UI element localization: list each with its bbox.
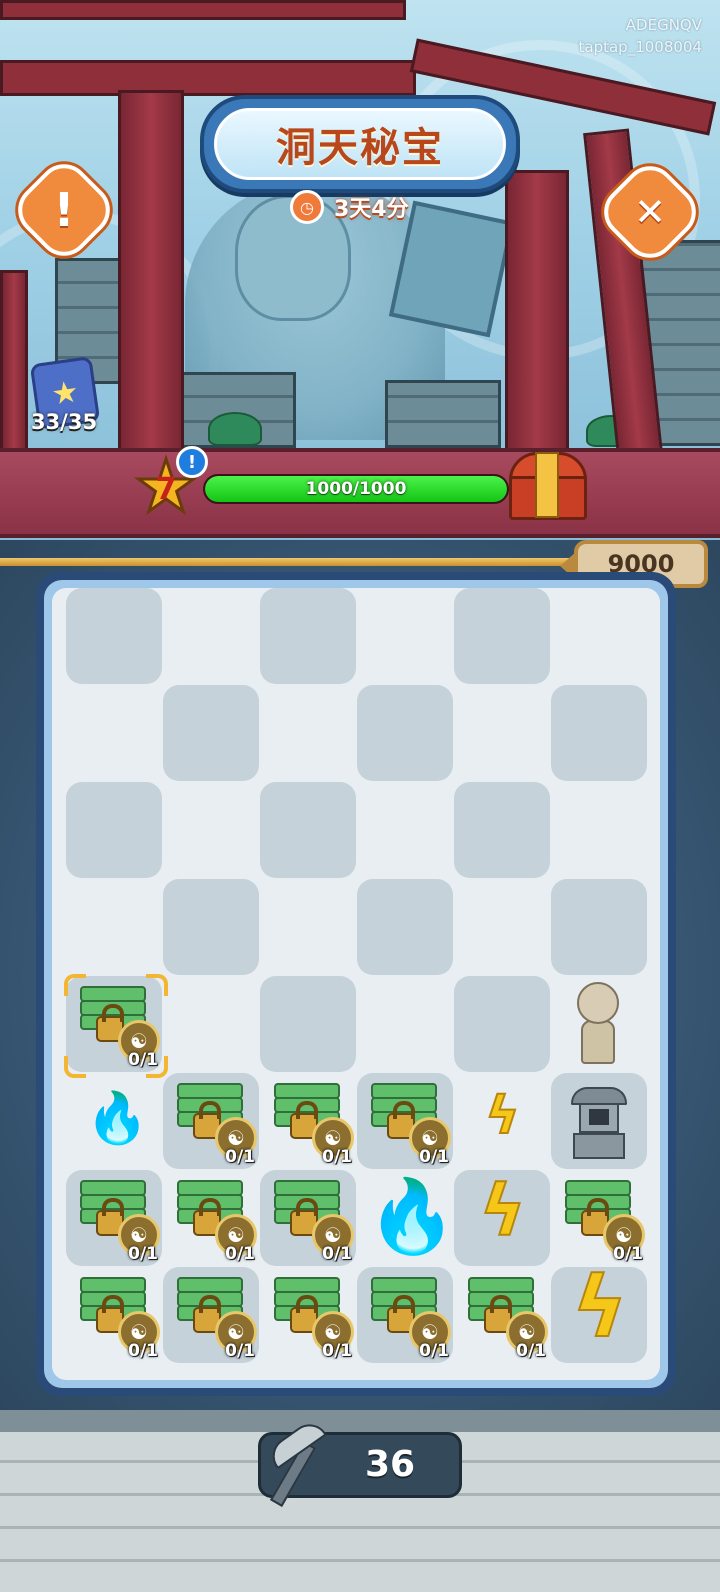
floor-ledge <box>0 1410 720 1432</box>
card-collection-count: 33/35 <box>30 410 98 434</box>
item-progress: 0/1 <box>225 1341 255 1361</box>
clock-icon: ◷ <box>290 190 324 224</box>
pickaxe-icon <box>262 1416 328 1507</box>
board-cell[interactable]: ☯ 0/1 <box>260 1170 356 1266</box>
item-progress: 0/1 <box>516 1341 546 1361</box>
item-progress: 0/1 <box>322 1341 352 1361</box>
temple-beam <box>0 0 406 20</box>
board-cell-empty <box>66 685 162 781</box>
item-progress: 0/1 <box>419 1147 449 1167</box>
treasure-chest-icon <box>535 452 559 518</box>
board-cell-empty <box>551 782 647 878</box>
temple-pillar <box>118 90 184 456</box>
board-cell-empty <box>357 588 453 684</box>
board-cell-empty <box>551 879 647 975</box>
board-cell[interactable]: ☯ 0/1 <box>260 1267 356 1363</box>
board-cell-empty <box>260 685 356 781</box>
board-cell-empty <box>454 685 550 781</box>
watermark-code: ADEGNQV <box>625 16 702 34</box>
player-watermark: ADEGNQV taptap_1008004 <box>579 14 703 58</box>
board-cell-empty <box>357 685 453 781</box>
temple-pillar <box>505 170 569 456</box>
temple-pillar <box>0 270 28 456</box>
treasure-chest-button[interactable] <box>505 450 587 520</box>
watermark-user: taptap_1008004 <box>578 38 703 56</box>
blue-flame-large-icon: 🔥 <box>367 1174 457 1258</box>
board-cell[interactable] <box>551 1073 647 1169</box>
board-cell-empty <box>260 588 356 684</box>
board-cell-empty <box>260 879 356 975</box>
close-icon: ✕ <box>634 190 666 234</box>
bush <box>208 412 262 446</box>
board-cell-empty <box>551 685 647 781</box>
item-progress: 0/1 <box>225 1244 255 1264</box>
gold-bolt-small-icon: ϟ <box>484 1085 520 1146</box>
board-cell[interactable]: ☯ 0/1 <box>551 1170 647 1266</box>
board-cell-empty <box>163 976 259 1072</box>
board-cell-empty <box>163 782 259 878</box>
timer-text: 3天4分 <box>334 197 409 222</box>
progress-text: 1000/1000 <box>305 479 407 499</box>
doll-body <box>581 1020 615 1064</box>
board-cell[interactable]: ϟ <box>454 1170 550 1266</box>
board-cell-empty <box>454 782 550 878</box>
board-cell[interactable]: ☯ 0/1 <box>357 1073 453 1169</box>
ruined-wall <box>385 380 501 448</box>
lantern-window <box>589 1109 609 1125</box>
lantern-base <box>573 1133 625 1159</box>
board-cell-empty <box>66 588 162 684</box>
event-title: 洞天秘宝 <box>276 125 444 171</box>
selection-corner <box>64 974 86 996</box>
board-cell-empty <box>66 782 162 878</box>
info-button[interactable]: ! <box>7 153 121 267</box>
board-cell-empty <box>357 782 453 878</box>
temple-beam <box>0 60 416 96</box>
event-title-plate: 洞天秘宝 <box>200 95 520 193</box>
item-progress: 0/1 <box>322 1147 352 1167</box>
board-cell-empty <box>260 976 356 1072</box>
item-progress: 0/1 <box>225 1147 255 1167</box>
lantern-roof <box>571 1087 627 1105</box>
doll-head <box>577 982 619 1024</box>
gold-bolt-large-icon: ϟ <box>571 1257 628 1356</box>
board-cell-empty <box>163 685 259 781</box>
board-cell[interactable]: ☯ 0/1 <box>66 1170 162 1266</box>
board-cell-empty <box>454 588 550 684</box>
gold-bolt-medium-icon: ϟ <box>479 1170 527 1252</box>
exclamation-icon: ! <box>53 183 75 237</box>
level-number: 7 <box>155 471 177 507</box>
item-progress: 0/1 <box>128 1244 158 1264</box>
board-cell-empty <box>163 588 259 684</box>
close-button[interactable]: ✕ <box>593 155 707 269</box>
board-cell[interactable]: ☯ 0/1 <box>357 1267 453 1363</box>
board-cell-empty <box>454 976 550 1072</box>
blue-flame-small-icon: 🔥 <box>86 1089 149 1147</box>
board-cell[interactable]: ϟ <box>551 1257 647 1363</box>
board-cell[interactable]: 🔥 <box>357 1170 457 1266</box>
board-cell[interactable] <box>551 976 647 1072</box>
board-cell[interactable]: ☯ 0/1 <box>163 1073 259 1169</box>
board-cell[interactable]: ☯ 0/1 <box>163 1170 259 1266</box>
gold-rail <box>0 558 580 566</box>
item-progress: 0/1 <box>128 1341 158 1361</box>
board-cell-empty <box>454 879 550 975</box>
item-progress: 0/1 <box>419 1341 449 1361</box>
event-timer: ◷ 3天4分 <box>290 188 409 226</box>
board-cell[interactable]: ☯ 0/1 <box>260 1073 356 1169</box>
pickaxe-count: 36 <box>364 1444 416 1485</box>
board-cell[interactable]: ☯ 0/1 <box>64 974 168 1078</box>
board-cell-empty <box>357 976 453 1072</box>
board-cell[interactable]: ϟ <box>454 1073 550 1169</box>
board-cell-empty <box>551 588 647 684</box>
board-cell-empty <box>260 782 356 878</box>
board-cell[interactable]: ☯ 0/1 <box>66 1267 162 1363</box>
card-collection-button[interactable]: ★ 33/35 <box>26 356 102 440</box>
board-cell[interactable]: ☯ 0/1 <box>454 1267 550 1363</box>
item-progress: 0/1 <box>322 1244 352 1264</box>
board-cell-empty <box>66 879 162 975</box>
board-cell[interactable]: ☯ 0/1 <box>163 1267 259 1363</box>
board-cell-empty <box>163 879 259 975</box>
board-cell[interactable]: 🔥 <box>66 1073 162 1169</box>
board-cell-empty <box>357 879 453 975</box>
